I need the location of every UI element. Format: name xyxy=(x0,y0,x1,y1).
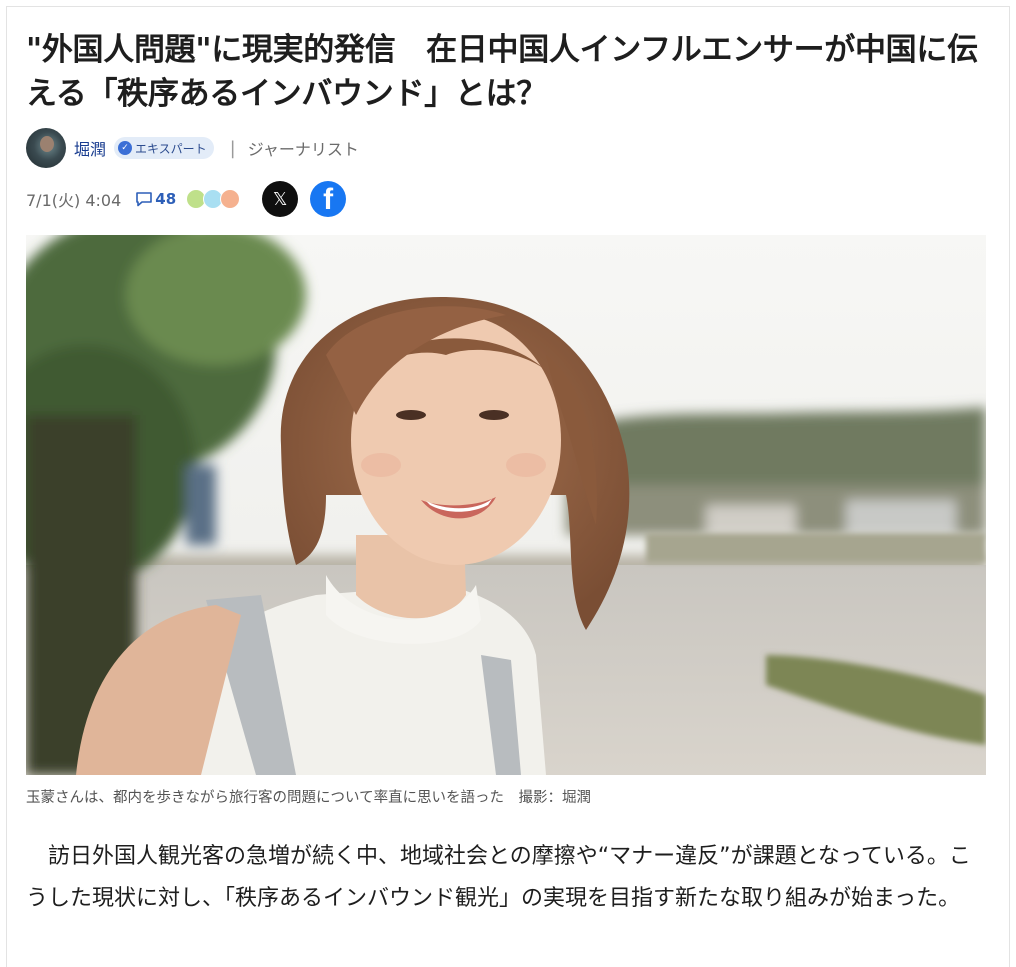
expert-badge-label: エキスパート xyxy=(135,141,207,156)
expert-badge[interactable]: ✓ エキスパート xyxy=(114,137,214,159)
article-photo[interactable] xyxy=(26,235,986,775)
share-facebook-button[interactable]: f xyxy=(310,181,347,217)
verified-check-icon: ✓ xyxy=(118,141,133,155)
author-name-link[interactable]: 堀潤 xyxy=(74,136,106,160)
byline: 堀潤 ✓ エキスパート | ジャーナリスト xyxy=(26,127,359,169)
reaction-summary[interactable] xyxy=(186,189,241,209)
comment-bubble-icon xyxy=(136,192,153,207)
author-role: ジャーナリスト xyxy=(247,140,359,159)
article-body-paragraph: 訪日外国人観光客の急増が続く中、地域社会との摩擦や“マナー違反”が課題となってい… xyxy=(26,844,971,911)
article-meta: 7/1(火) 4:04 48 𝕏 f xyxy=(26,180,347,218)
comments-link[interactable]: 48 xyxy=(135,190,176,208)
sad-face-icon xyxy=(220,189,241,209)
publish-date: 7/1(火) 4:04 xyxy=(26,191,122,210)
share-x-button[interactable]: 𝕏 xyxy=(262,181,299,217)
photo-caption: 玉蒙さんは、都内を歩きながら旅行客の問題について率直に思いを語った 撮影：堀潤 xyxy=(26,790,592,806)
x-logo-icon: 𝕏 xyxy=(272,188,288,210)
comment-count: 48 xyxy=(155,190,177,208)
article-title: "外国人問題"に現実的発信 在日中国人インフルエンサーが中国に伝える「秩序あるイ… xyxy=(26,32,978,112)
byline-divider: | xyxy=(229,137,236,159)
facebook-logo-icon: f xyxy=(323,183,334,216)
photo-illustration xyxy=(26,235,986,775)
author-avatar[interactable] xyxy=(26,128,66,168)
